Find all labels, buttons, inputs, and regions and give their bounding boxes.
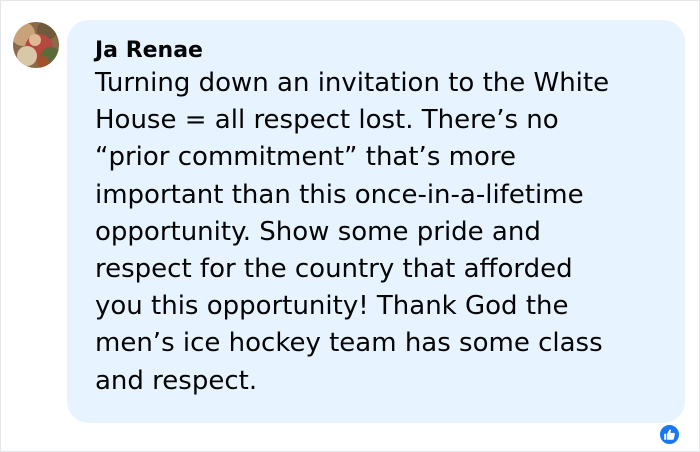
like-reaction-button[interactable] [658, 423, 681, 446]
profile-photo [13, 22, 59, 68]
like-icon [664, 429, 675, 440]
avatar[interactable] [13, 22, 59, 68]
comment-author[interactable]: Ja Renae [95, 38, 203, 64]
comment-text: Turning down an invitation to the White … [95, 68, 610, 396]
comment-bubble: Ja Renae Turning down an invitation to t… [67, 20, 685, 423]
